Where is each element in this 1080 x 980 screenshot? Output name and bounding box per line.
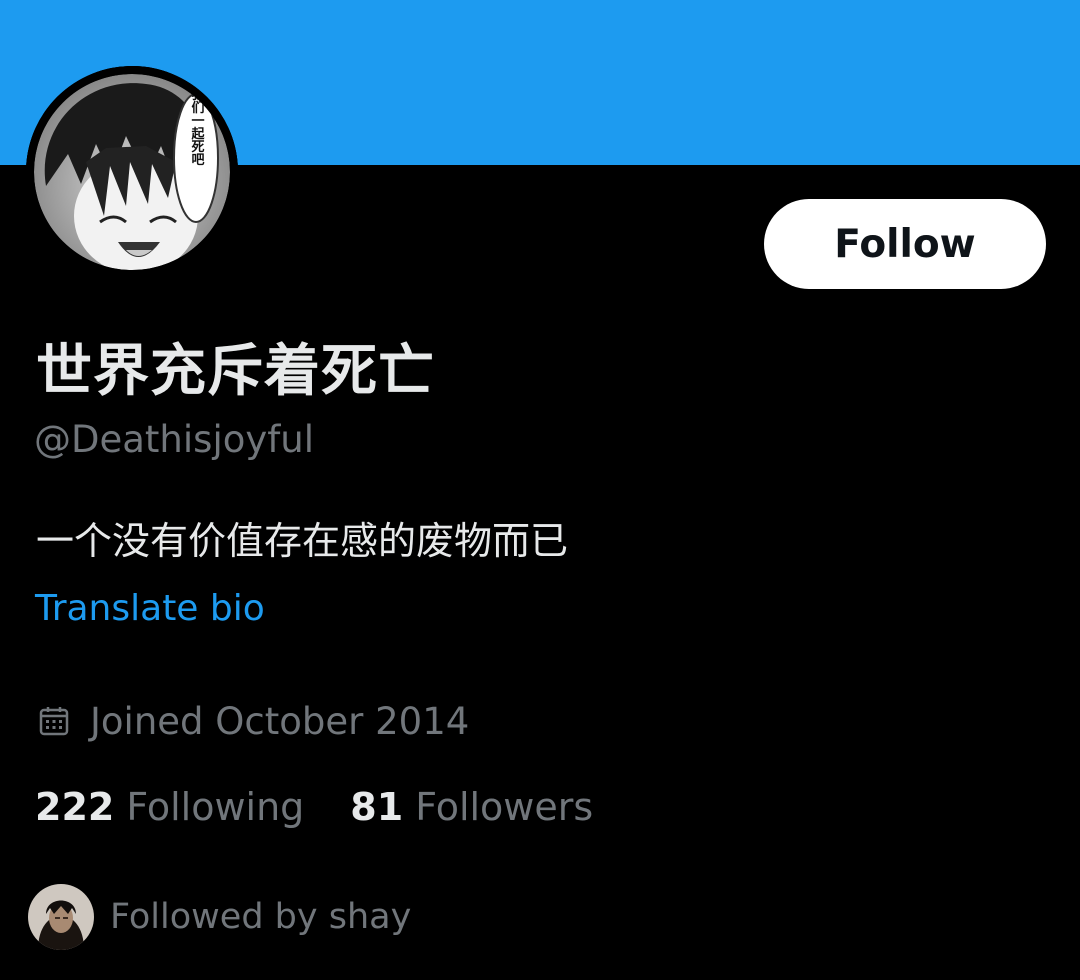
following-label: Following: [126, 785, 305, 829]
following-link[interactable]: 222 Following: [35, 785, 304, 829]
follower-avatar: [28, 884, 94, 950]
profile-bio: 一个没有价值存在感的废物而已: [36, 519, 569, 563]
user-handle: @Deathisjoyful: [34, 418, 315, 461]
followers-label: Followers: [415, 785, 594, 829]
profile-avatar[interactable]: 让我们一起死吧: [26, 66, 238, 278]
following-count: 222: [35, 785, 115, 829]
followed-by-text: Followed by shay: [110, 897, 412, 937]
avatar-image: 让我们一起死吧: [26, 66, 238, 278]
translate-bio-link[interactable]: Translate bio: [35, 588, 265, 629]
follow-stats: 222 Following 81 Followers: [35, 785, 593, 829]
calendar-icon: [39, 707, 69, 736]
follow-button[interactable]: Follow: [764, 199, 1046, 289]
joined-date: Joined October 2014: [38, 697, 469, 745]
followers-count: 81: [350, 785, 404, 829]
display-name: 世界充斥着死亡: [36, 339, 435, 404]
followed-by-row[interactable]: Followed by shay: [28, 884, 411, 950]
followers-link[interactable]: 81 Followers: [350, 785, 593, 829]
joined-label: Joined October 2014: [90, 699, 470, 743]
follower-avatar-image: [28, 884, 94, 950]
